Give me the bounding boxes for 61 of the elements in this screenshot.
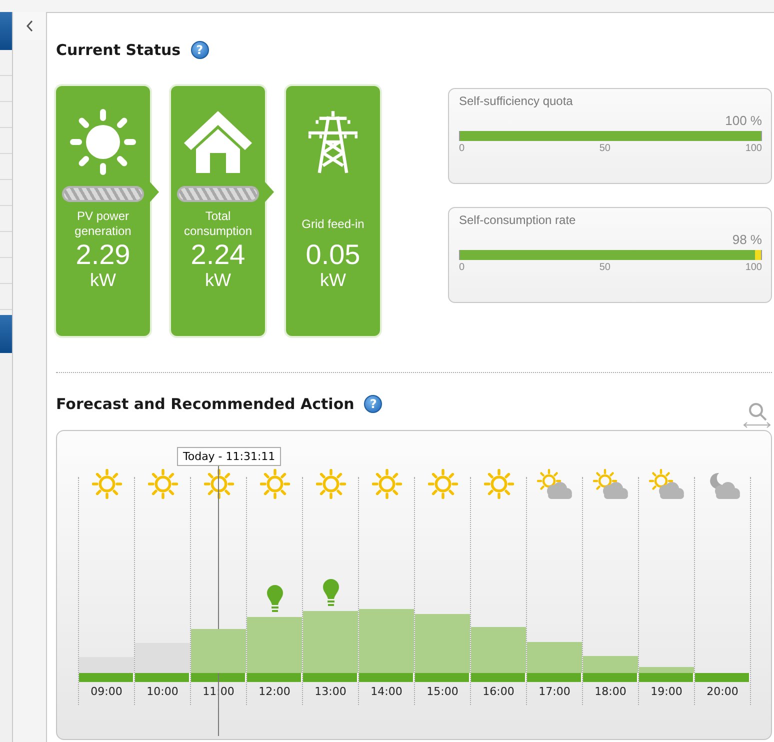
consumption-strip [191, 673, 246, 682]
sun-icon [484, 469, 514, 499]
consumption-strip [695, 673, 750, 682]
sun-icon [92, 469, 122, 499]
chevron-left-icon [26, 20, 34, 32]
hour-label: 18:00 [594, 684, 628, 700]
tick-label: 0 [459, 262, 465, 273]
zoom-icon[interactable] [742, 401, 772, 428]
hour-label: 15:00 [426, 684, 460, 700]
hour-label: 20:00 [706, 684, 740, 700]
power-unit: kW [90, 270, 116, 290]
consumption-strip [79, 673, 134, 682]
sidebar-tab[interactable] [0, 315, 12, 353]
consumption-strip [359, 673, 414, 682]
house-icon [182, 109, 254, 175]
tick-label: 100 [745, 143, 762, 154]
consumption-strip [471, 673, 526, 682]
power-value: 2.29 [76, 240, 130, 270]
power-value: 2.24 [190, 240, 246, 270]
sun-icon [428, 469, 458, 499]
card-label: Total consumption [182, 208, 254, 240]
card-label: Grid feed-in [300, 216, 366, 232]
consumption-strip [415, 673, 470, 682]
meter-reading: 98 % [732, 232, 762, 247]
time-tooltip: Today - 11:31:11 [177, 447, 282, 466]
tick-label: 0 [459, 143, 465, 154]
sun-icon [372, 469, 402, 499]
hour-label: 13:00 [314, 684, 348, 700]
consumption-strip [527, 673, 582, 682]
card-label: PV power generation [74, 208, 132, 240]
hour-label: 10:00 [146, 684, 180, 700]
meter-title: Self-sufficiency quota [459, 94, 574, 108]
consumption-strip [639, 673, 694, 682]
sidebar-tab[interactable] [0, 12, 12, 50]
section-title: Forecast and Recommended Action [56, 395, 354, 413]
consumption-strip [135, 673, 190, 682]
sun-icon [204, 469, 234, 499]
tick-label: 50 [599, 262, 610, 273]
power-unit: kW [205, 270, 231, 290]
hour-label: 16:00 [482, 684, 516, 700]
power-unit: kW [320, 270, 346, 290]
meter-reading: 100 % [725, 113, 762, 128]
help-button[interactable]: ? [190, 41, 209, 59]
tick-label: 100 [745, 262, 762, 273]
section-title: Current Status [56, 41, 181, 59]
consumption-strip [303, 673, 358, 682]
consumption-strip [583, 673, 638, 682]
hour-label: 12:00 [258, 684, 292, 700]
sun-icon [69, 108, 137, 176]
hour-label: 09:00 [90, 684, 124, 700]
hour-label: 19:00 [650, 684, 684, 700]
consumption-strip [247, 673, 302, 682]
hour-label: 17:00 [538, 684, 572, 700]
sun-icon [316, 469, 346, 499]
help-button[interactable]: ? [364, 395, 382, 413]
tick-label: 50 [599, 143, 610, 154]
power-value: 0.05 [306, 240, 360, 270]
meter-title: Self-consumption rate [459, 213, 577, 227]
sun-icon [148, 469, 178, 499]
sun-icon [260, 469, 290, 499]
hour-label: 14:00 [370, 684, 404, 700]
